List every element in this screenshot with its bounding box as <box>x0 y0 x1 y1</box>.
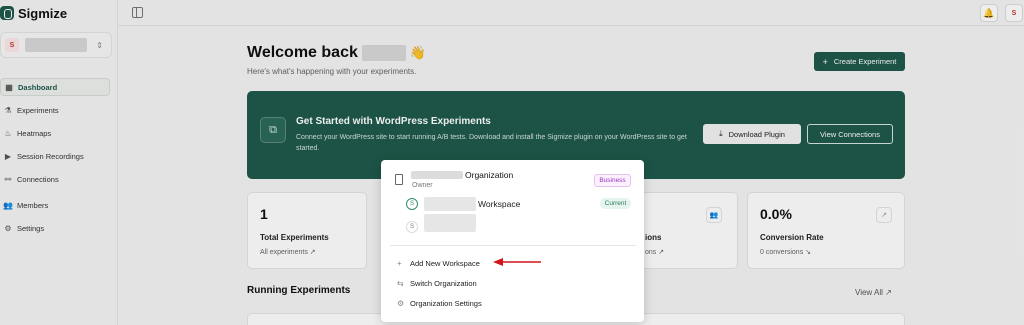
org-name-redacted <box>411 171 463 179</box>
workspace-label[interactable]: Workspace <box>478 199 520 209</box>
organization-menu: Organization Owner Business S Workspace … <box>381 160 644 322</box>
building-icon <box>395 174 403 185</box>
divider <box>390 245 636 246</box>
switch-icon: ⇆ <box>397 278 404 288</box>
menu-item-label: Add New Workspace <box>410 258 480 268</box>
annotation-arrow-icon <box>493 258 541 266</box>
workspace-name-redacted[interactable] <box>424 197 476 211</box>
org-role: Owner <box>412 182 433 189</box>
org-name: Organization <box>465 170 514 180</box>
menu-item-label: Switch Organization <box>410 278 477 288</box>
workspace-avatar-current: S <box>406 198 418 210</box>
workspace-name-redacted[interactable] <box>424 214 476 232</box>
workspace-avatar: S <box>406 221 418 233</box>
gear-icon: ⚙ <box>397 298 405 308</box>
add-new-workspace-item[interactable]: + Add New Workspace <box>397 257 480 269</box>
plus-icon: + <box>397 258 402 268</box>
current-badge: Current <box>600 198 631 209</box>
organization-settings-item[interactable]: ⚙ Organization Settings <box>397 297 482 309</box>
plan-badge: Business <box>594 174 631 187</box>
switch-organization-item[interactable]: ⇆ Switch Organization <box>397 277 477 289</box>
menu-item-label: Organization Settings <box>410 298 482 308</box>
